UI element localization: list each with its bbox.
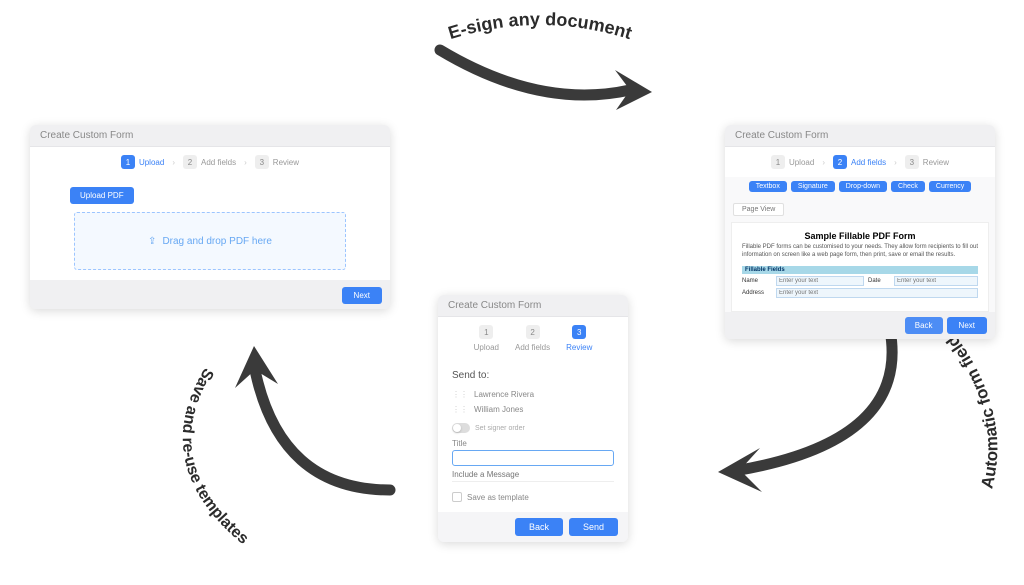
back-button[interactable]: Back <box>515 518 563 536</box>
name-label: Name <box>742 278 772 284</box>
field-check[interactable]: Check <box>891 181 925 192</box>
checkbox-icon[interactable] <box>452 492 462 502</box>
drag-icon[interactable]: ⋮⋮ <box>452 405 468 414</box>
pdf-preview: Sample Fillable PDF Form Fillable PDF fo… <box>731 222 989 312</box>
title-label: Title <box>452 439 614 448</box>
address-label: Address <box>742 290 772 296</box>
next-button[interactable]: Next <box>947 317 987 334</box>
card-review: Create Custom Form 1Upload 2Add fields 3… <box>438 295 628 542</box>
name-field[interactable] <box>776 276 864 286</box>
dropzone[interactable]: ⇪ Drag and drop PDF here <box>74 212 346 270</box>
step-review[interactable]: 3Review <box>566 325 592 352</box>
drag-icon[interactable]: ⋮⋮ <box>452 390 468 399</box>
svg-text:Automatic form fields: Automatic form fields <box>937 324 1001 490</box>
send-button[interactable]: Send <box>569 518 618 536</box>
save-template-checkbox[interactable]: Save as template <box>452 492 614 502</box>
card-add-fields: Create Custom Form 1Upload › 2Add fields… <box>725 125 995 339</box>
stepper: 1Upload › 2Add fields › 3Review <box>725 147 995 177</box>
page-view-chip[interactable]: Page View <box>733 203 784 216</box>
recipient-row[interactable]: ⋮⋮Lawrence Rivera <box>452 387 614 402</box>
address-field[interactable] <box>776 288 978 298</box>
step-review[interactable]: 3Review <box>905 155 949 169</box>
date-label: Date <box>868 278 890 284</box>
arrow-left <box>230 330 430 530</box>
send-to-label: Send to: <box>452 370 614 381</box>
pdf-desc: Fillable PDF forms can be customised to … <box>742 244 978 260</box>
next-button[interactable]: Next <box>342 287 382 304</box>
upload-icon: ⇪ <box>148 236 156 247</box>
field-signature[interactable]: Signature <box>791 181 835 192</box>
field-textbox[interactable]: Textbox <box>749 181 787 192</box>
stepper: 1Upload 2Add fields 3Review <box>438 317 628 360</box>
field-currency[interactable]: Currency <box>929 181 971 192</box>
step-add-fields[interactable]: 2Add fields <box>183 155 236 169</box>
step-add-fields[interactable]: 2Add fields <box>833 155 886 169</box>
step-upload[interactable]: 1Upload <box>771 155 814 169</box>
step-upload[interactable]: 1Upload <box>121 155 164 169</box>
back-button[interactable]: Back <box>905 317 943 334</box>
field-dropdown[interactable]: Drop-down <box>839 181 887 192</box>
card-title: Create Custom Form <box>30 125 390 147</box>
message-input[interactable] <box>452 468 614 482</box>
recipient-row[interactable]: ⋮⋮William Jones <box>452 402 614 417</box>
fillable-header: Fillable Fields <box>742 266 978 274</box>
step-add-fields[interactable]: 2Add fields <box>515 325 550 352</box>
toggle-icon[interactable] <box>452 423 470 433</box>
card-upload: Create Custom Form 1Upload › 2Add fields… <box>30 125 390 309</box>
stepper: 1Upload › 2Add fields › 3Review <box>30 147 390 177</box>
upload-pdf-button[interactable]: Upload PDF <box>70 187 134 204</box>
signer-order-toggle[interactable]: Set signer order <box>452 423 614 433</box>
card-title: Create Custom Form <box>725 125 995 147</box>
date-field[interactable] <box>894 276 978 286</box>
step-review[interactable]: 3Review <box>255 155 299 169</box>
arrow-top <box>420 40 670 140</box>
card-title: Create Custom Form <box>438 295 628 317</box>
field-type-bar: Textbox Signature Drop-down Check Curren… <box>725 177 995 196</box>
svg-text:E-sign any document: E-sign any document <box>446 10 634 43</box>
title-input[interactable] <box>452 450 614 466</box>
step-upload[interactable]: 1Upload <box>474 325 499 352</box>
arrow-right <box>700 320 920 520</box>
pdf-title: Sample Fillable PDF Form <box>742 231 978 241</box>
